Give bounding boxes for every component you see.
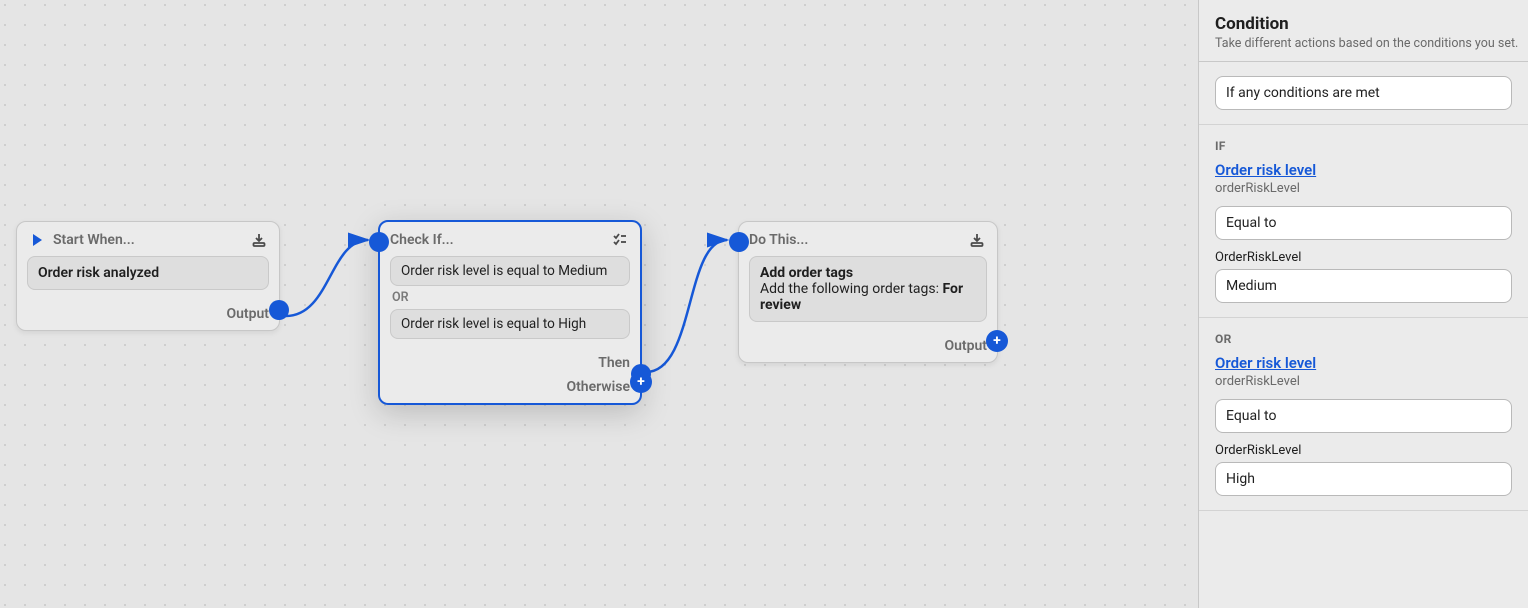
output-label: Output <box>226 306 269 322</box>
action-summary[interactable]: Add order tags Add the following order t… <box>749 256 987 322</box>
variable-link[interactable]: Order risk level <box>1215 354 1512 372</box>
import-icon[interactable] <box>249 230 269 250</box>
condition-row[interactable]: Order risk level is equal to High <box>390 309 630 339</box>
trigger-chip[interactable]: Order risk analyzed <box>27 256 269 290</box>
import-icon[interactable] <box>967 230 987 250</box>
operator-select[interactable]: Equal to <box>1215 206 1512 240</box>
match-mode-section: If any conditions are met <box>1199 62 1528 125</box>
match-mode-select[interactable]: If any conditions are met <box>1215 76 1512 110</box>
start-node-title: Start When... <box>53 232 135 248</box>
condition-row[interactable]: Order risk level is equal to Medium <box>390 256 630 286</box>
play-icon <box>27 230 47 250</box>
operator-select[interactable]: Equal to <box>1215 399 1512 433</box>
condition-section: IF Order risk level orderRiskLevel Equal… <box>1199 125 1528 318</box>
variable-name: orderRiskLevel <box>1215 374 1512 389</box>
or-separator: OR <box>390 286 630 309</box>
checklist-icon[interactable] <box>610 230 630 250</box>
output-label: Output <box>944 338 987 354</box>
config-sidebar: Condition Take different actions based o… <box>1198 0 1528 608</box>
input-port[interactable] <box>729 232 749 252</box>
action-node[interactable]: Do This... Add order tags Add the follow… <box>738 221 998 363</box>
action-description: Add the following order tags: For review <box>760 281 976 313</box>
action-node-title: Do This... <box>749 232 808 248</box>
sidebar-subtitle: Take different actions based on the cond… <box>1215 36 1512 51</box>
value-select[interactable]: High <box>1215 462 1512 496</box>
value-field-label: OrderRiskLevel <box>1215 250 1512 265</box>
action-title: Add order tags <box>760 265 976 281</box>
value-select[interactable]: Medium <box>1215 269 1512 303</box>
start-node[interactable]: Start When... Order risk analyzed Output <box>16 221 280 331</box>
condition-section: OR Order risk level orderRiskLevel Equal… <box>1199 318 1528 511</box>
output-port[interactable] <box>269 300 289 320</box>
sidebar-title: Condition <box>1215 14 1512 34</box>
variable-link[interactable]: Order risk level <box>1215 161 1512 179</box>
input-port[interactable] <box>369 232 389 252</box>
output-add-port[interactable] <box>986 330 1008 352</box>
variable-name: orderRiskLevel <box>1215 181 1512 196</box>
value-field-label: OrderRiskLevel <box>1215 443 1512 458</box>
if-label: IF <box>1215 139 1512 153</box>
sidebar-header: Condition Take different actions based o… <box>1199 0 1528 62</box>
or-label: OR <box>1215 332 1512 346</box>
condition-node[interactable]: Check If... Order risk level is equal to… <box>378 220 642 405</box>
otherwise-add-port[interactable] <box>630 371 652 393</box>
condition-node-title: Check If... <box>390 232 454 248</box>
then-label: Then <box>598 355 630 371</box>
workflow-canvas[interactable]: Start When... Order risk analyzed Output… <box>0 0 1198 608</box>
otherwise-label: Otherwise <box>566 379 630 395</box>
